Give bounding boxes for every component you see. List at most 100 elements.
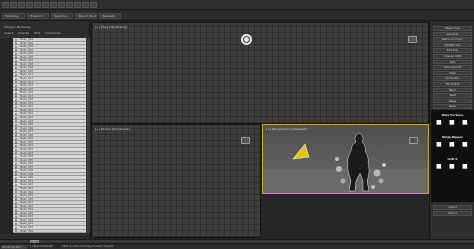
command-button[interactable]: Bend (433, 87, 472, 93)
mesh-icon (15, 162, 18, 166)
mesh-icon (15, 176, 18, 180)
mesh-icon (15, 169, 18, 173)
mesh-icon (15, 98, 18, 102)
command-button[interactable]: Name and Color (433, 37, 472, 42)
mesh-icon (15, 105, 18, 109)
menu-edit[interactable]: Edit (32, 30, 42, 36)
command-button[interactable]: Shell (433, 70, 472, 76)
command-button[interactable]: Relax (433, 104, 472, 109)
viewport-front[interactable]: [+] [Front] [Wireframe] (91, 124, 261, 238)
menu-select[interactable]: Select (2, 30, 15, 36)
prompt-text: Click or click-and-drag to select object… (62, 245, 114, 248)
viewport-front-label[interactable]: [+] [Front] [Wireframe] (95, 127, 130, 131)
trash-icon[interactable]: ■ (462, 120, 468, 126)
menu-display[interactable]: Display (16, 30, 31, 36)
light-icon[interactable] (291, 143, 311, 161)
mesh-icon (15, 173, 18, 176)
tab-object-paint[interactable]: Object Paint (75, 13, 97, 19)
status-bar: MAXScript Mini 1 Object Selected Click o… (0, 243, 474, 249)
mesh-icon (15, 38, 18, 41)
app-window: Modeling Freeform Selection Object Paint… (0, 0, 474, 249)
move-button[interactable] (42, 1, 49, 8)
command-button[interactable]: Twist (433, 93, 472, 98)
viewcube-icon[interactable] (241, 137, 250, 144)
viewport-top-label[interactable]: [+] [Top] [Wireframe] (95, 25, 127, 29)
export-button[interactable]: Export (433, 211, 472, 216)
render-button[interactable] (90, 1, 97, 8)
link-button[interactable] (18, 1, 25, 8)
command-button[interactable]: Edit Poly (433, 48, 472, 53)
snap-button[interactable] (66, 1, 73, 8)
mesh-icon (15, 166, 18, 169)
unlink-button[interactable] (26, 1, 33, 8)
command-button[interactable]: Object Type (433, 26, 472, 31)
command-button[interactable]: FFD 4x4x4 (433, 82, 472, 87)
explorer-menu: Select Display Edit Customize (0, 30, 90, 36)
command-button[interactable]: Turbo Smooth (433, 65, 472, 70)
rotate-button[interactable] (50, 1, 57, 8)
mirror-button[interactable] (74, 1, 81, 8)
tab-selection[interactable]: Selection (51, 13, 73, 19)
ribbon: Modeling Freeform Selection Object Paint… (0, 10, 474, 21)
viewport-top[interactable]: [+] [Top] [Wireframe] (91, 22, 429, 124)
gear-icon[interactable]: ■ (449, 120, 455, 126)
mesh-icon (15, 191, 18, 194)
trash-icon[interactable]: ■ (462, 164, 468, 170)
mesh-icon (15, 113, 18, 116)
mesh-icon (15, 77, 18, 80)
gear-icon[interactable]: ■ (449, 142, 455, 148)
mesh-icon (15, 155, 18, 158)
menu-customize[interactable]: Customize (43, 30, 63, 36)
import-button[interactable]: Import (433, 205, 472, 210)
explorer-scrollbar[interactable] (86, 38, 90, 234)
command-button[interactable]: Noise (433, 98, 472, 104)
undo-button[interactable] (2, 1, 9, 8)
select-button[interactable] (34, 1, 41, 8)
mesh-icon (15, 201, 18, 205)
viewcube-icon[interactable] (409, 137, 418, 144)
mesh-icon (15, 45, 18, 48)
list-item[interactable]: Mesh_055 (13, 229, 90, 234)
character-name: Ninja Ripper (442, 135, 463, 139)
mesh-icon (15, 219, 18, 222)
trash-icon[interactable]: ■ (462, 142, 468, 148)
character-model[interactable] (329, 129, 389, 194)
person-icon[interactable]: ■ (436, 142, 442, 148)
mesh-icon (15, 84, 18, 87)
object-list[interactable]: Mesh_001 Mesh_002 Mesh_003 Mesh_004 Mesh_005… (13, 38, 90, 234)
command-button[interactable]: Unwrap UVW (433, 54, 472, 59)
viewport-persp-label[interactable]: [+] [Perspective] [Realistic] (266, 127, 307, 131)
mesh-icon (15, 187, 18, 190)
command-button[interactable]: Skin (433, 59, 472, 65)
mesh-icon (15, 88, 18, 91)
mesh-icon (15, 59, 18, 63)
mesh-icon (15, 127, 18, 130)
maxscript-listener[interactable]: MAXScript Mini (1, 245, 27, 249)
scale-button[interactable] (58, 1, 65, 8)
mesh-icon (15, 212, 18, 215)
viewport-perspective[interactable]: [+] [Perspective] [Realistic] (262, 124, 429, 194)
mesh-icon (15, 52, 18, 56)
mesh-icon (15, 205, 18, 208)
person-icon[interactable]: ■ (436, 120, 442, 126)
explorer-gutter (0, 38, 13, 234)
mesh-icon (15, 49, 18, 52)
tab-modeling[interactable]: Modeling (2, 13, 25, 19)
mesh-icon (15, 74, 18, 77)
mesh-icon (15, 141, 18, 144)
mesh-icon (15, 152, 18, 155)
tab-populate[interactable]: Populate (99, 13, 121, 19)
viewcube-icon[interactable] (408, 36, 417, 43)
command-button[interactable]: AutoGrid (433, 31, 472, 37)
mesh-icon (15, 159, 18, 162)
command-button[interactable]: Symmetry (433, 76, 472, 81)
mesh-icon (15, 120, 18, 123)
align-button[interactable] (82, 1, 89, 8)
gear-icon[interactable]: ■ (449, 164, 455, 170)
mesh-icon (15, 137, 18, 141)
redo-button[interactable] (10, 1, 17, 8)
command-button[interactable]: Modifier List (433, 42, 472, 48)
person-icon[interactable]: ■ (436, 164, 442, 170)
mesh-icon (15, 198, 18, 201)
tab-freeform[interactable]: Freeform (27, 13, 49, 19)
